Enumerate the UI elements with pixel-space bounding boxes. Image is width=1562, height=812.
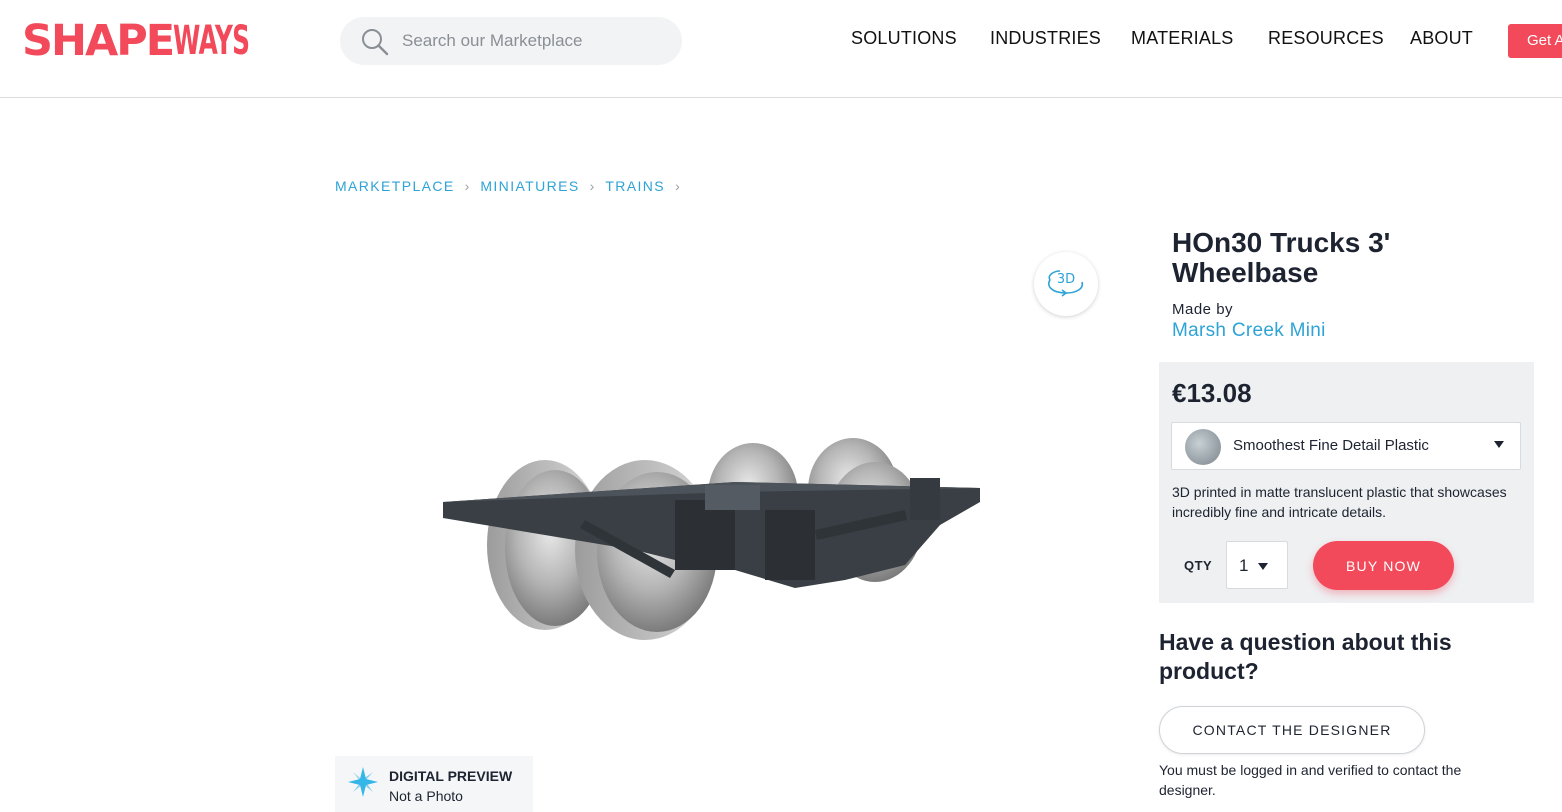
digital-preview-subtitle: Not a Photo (389, 788, 463, 804)
rotate-3d-icon: 3D (1048, 270, 1084, 297)
nav-materials[interactable]: MATERIALS (1131, 28, 1234, 49)
product-title: HOn30 Trucks 3' Wheelbase (1172, 227, 1391, 288)
nav-industries[interactable]: INDUSTRIES (990, 28, 1101, 49)
breadcrumb-marketplace[interactable]: MARKETPLACE (335, 178, 455, 194)
search-input[interactable] (402, 17, 662, 65)
contact-note: You must be logged in and verified to co… (1159, 762, 1462, 798)
chevron-right-icon: › (464, 178, 470, 194)
qty-value: 1 (1239, 556, 1249, 575)
shapeways-logo[interactable]: SHAPE WAYS (22, 16, 296, 66)
caret-down-icon (1258, 563, 1268, 570)
logo-shape-text: SHAPE (22, 16, 175, 66)
material-description: 3D printed in matte translucent plastic … (1172, 484, 1507, 520)
nav-solutions[interactable]: SOLUTIONS (851, 28, 957, 49)
chevron-right-icon: › (675, 178, 680, 194)
purchase-panel: €13.08 Smoothest Fine Detail Plastic 3D … (1159, 362, 1534, 603)
question-heading: Have a question about this product? (1159, 629, 1452, 684)
material-dropdown[interactable]: Smoothest Fine Detail Plastic (1171, 422, 1521, 470)
sparkle-icon (348, 767, 378, 797)
nav-resources[interactable]: RESOURCES (1268, 28, 1384, 49)
product-price: €13.08 (1172, 378, 1252, 408)
digital-preview-title: DIGITAL PREVIEW (389, 768, 513, 784)
site-header: SHAPE WAYS SOLUTIONS INDUSTRIES MATERIAL… (0, 0, 1562, 98)
breadcrumb: MARKETPLACE › MINIATURES › TRAINS › (335, 178, 691, 194)
breadcrumb-miniatures[interactable]: MINIATURES (480, 178, 579, 194)
btn-3d-label: 3D (1057, 272, 1075, 287)
logo-ways-text: WAYS (173, 18, 250, 64)
material-name: Smoothest Fine Detail Plastic (1233, 437, 1429, 454)
buy-now-button[interactable]: BUY NOW (1313, 541, 1454, 590)
material-swatch (1185, 429, 1221, 465)
nav-about[interactable]: ABOUT (1410, 28, 1473, 49)
chevron-right-icon: › (589, 178, 595, 194)
get-started-button[interactable]: Get A (1508, 24, 1562, 58)
breadcrumb-trains[interactable]: TRAINS (605, 178, 665, 194)
caret-down-icon (1494, 441, 1504, 448)
search-icon[interactable] (360, 27, 390, 57)
quantity-dropdown[interactable]: 1 (1226, 541, 1288, 589)
product-render-image (443, 438, 980, 640)
digital-preview-badge: DIGITAL PREVIEW Not a Photo (335, 756, 533, 812)
designer-link[interactable]: Marsh Creek Mini (1172, 320, 1326, 342)
search-bar (340, 17, 682, 65)
contact-designer-button[interactable]: CONTACT THE DESIGNER (1159, 706, 1425, 754)
view-3d-button[interactable]: 3D (1034, 252, 1098, 316)
made-by-label: Made by (1172, 301, 1234, 318)
qty-label: QTY (1184, 558, 1213, 573)
